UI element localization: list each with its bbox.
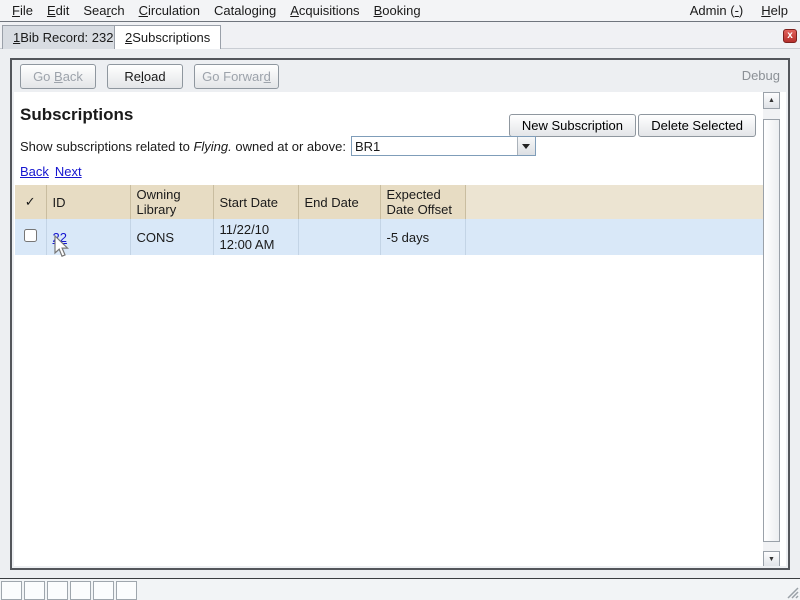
- row-checkbox[interactable]: [24, 229, 37, 242]
- table-row: 22 CONS 11/22/10 12:00 AM -5 days: [15, 219, 764, 255]
- col-header-start-date[interactable]: Start Date: [213, 185, 298, 219]
- menu-booking[interactable]: Booking: [370, 1, 425, 20]
- status-cell: [93, 581, 114, 600]
- subscription-id-link[interactable]: 22: [53, 230, 67, 245]
- cell-empty: [465, 219, 764, 255]
- org-unit-selected-value: BR1: [352, 139, 517, 154]
- back-link[interactable]: Back: [20, 164, 49, 179]
- main-panel: Go Back Reload Go Forward Debug Subscrip…: [10, 58, 790, 570]
- subscriptions-table: ✓ ID Owning Library Start Date End Date …: [15, 185, 764, 255]
- col-header-expected-date-offset[interactable]: Expected Date Offset: [380, 185, 465, 219]
- status-cell: [70, 581, 91, 600]
- pager: Back Next: [20, 164, 786, 179]
- tab-strip: 1 Bib Record: 232 2 Subscriptions x: [0, 22, 800, 49]
- col-header-id[interactable]: ID: [46, 185, 130, 219]
- menu-help[interactable]: Help: [757, 1, 792, 20]
- scroll-up-icon[interactable]: ▲: [763, 92, 780, 109]
- cell-owning-library: CONS: [130, 219, 213, 255]
- delete-selected-button[interactable]: Delete Selected: [638, 114, 756, 137]
- reload-button[interactable]: Reload: [107, 64, 183, 89]
- tab-subscriptions[interactable]: 2 Subscriptions: [114, 25, 221, 49]
- col-header-empty: [465, 185, 764, 219]
- menu-edit[interactable]: Edit: [43, 1, 73, 20]
- col-header-owning-library[interactable]: Owning Library: [130, 185, 213, 219]
- go-back-button[interactable]: Go Back: [20, 64, 96, 89]
- status-cell: [24, 581, 45, 600]
- record-title: Flying.: [193, 139, 231, 154]
- status-cell: [1, 581, 22, 600]
- menu-admin[interactable]: Admin (-): [686, 1, 747, 20]
- menu-file[interactable]: File: [8, 1, 37, 20]
- vertical-scrollbar[interactable]: ▲ ▼: [763, 92, 780, 566]
- resize-grip-icon[interactable]: [785, 585, 799, 599]
- cell-start-date: 11/22/10 12:00 AM: [213, 219, 298, 255]
- new-subscription-button[interactable]: New Subscription: [509, 114, 636, 137]
- menu-circulation[interactable]: Circulation: [135, 1, 204, 20]
- scroll-down-icon[interactable]: ▼: [763, 551, 780, 566]
- navigation-toolbar: Go Back Reload Go Forward Debug: [12, 60, 788, 92]
- menu-acquisitions[interactable]: Acquisitions: [286, 1, 363, 20]
- filter-label-suffix: owned at or above:: [235, 139, 346, 154]
- tab-bib-record[interactable]: 1 Bib Record: 232: [2, 25, 124, 49]
- cell-expected-date-offset: -5 days: [380, 219, 465, 255]
- col-header-end-date[interactable]: End Date: [298, 185, 380, 219]
- go-forward-button[interactable]: Go Forward: [194, 64, 279, 89]
- dropdown-button[interactable]: [517, 137, 535, 155]
- col-header-select[interactable]: ✓: [15, 185, 46, 219]
- menu-bar: File Edit Search Circulation Cataloging …: [0, 0, 800, 22]
- debug-label: Debug: [742, 68, 780, 83]
- filter-label-prefix: Show subscriptions related to: [20, 139, 190, 154]
- status-bar: [0, 578, 800, 600]
- status-cell: [116, 581, 137, 600]
- scrollbar-thumb[interactable]: [763, 119, 780, 542]
- menu-search[interactable]: Search: [79, 1, 128, 20]
- chevron-down-icon: [522, 144, 530, 149]
- menu-cataloging[interactable]: Cataloging: [210, 1, 280, 20]
- next-link[interactable]: Next: [55, 164, 82, 179]
- subscriptions-page: Subscriptions New Subscription Delete Se…: [14, 92, 786, 566]
- cell-end-date: [298, 219, 380, 255]
- filter-row: Show subscriptions related to Flying. ow…: [20, 136, 786, 156]
- org-unit-select[interactable]: BR1: [351, 136, 536, 156]
- table-header-row: ✓ ID Owning Library Start Date End Date …: [15, 185, 764, 219]
- close-tab-icon[interactable]: x: [783, 29, 797, 43]
- status-cell: [47, 581, 68, 600]
